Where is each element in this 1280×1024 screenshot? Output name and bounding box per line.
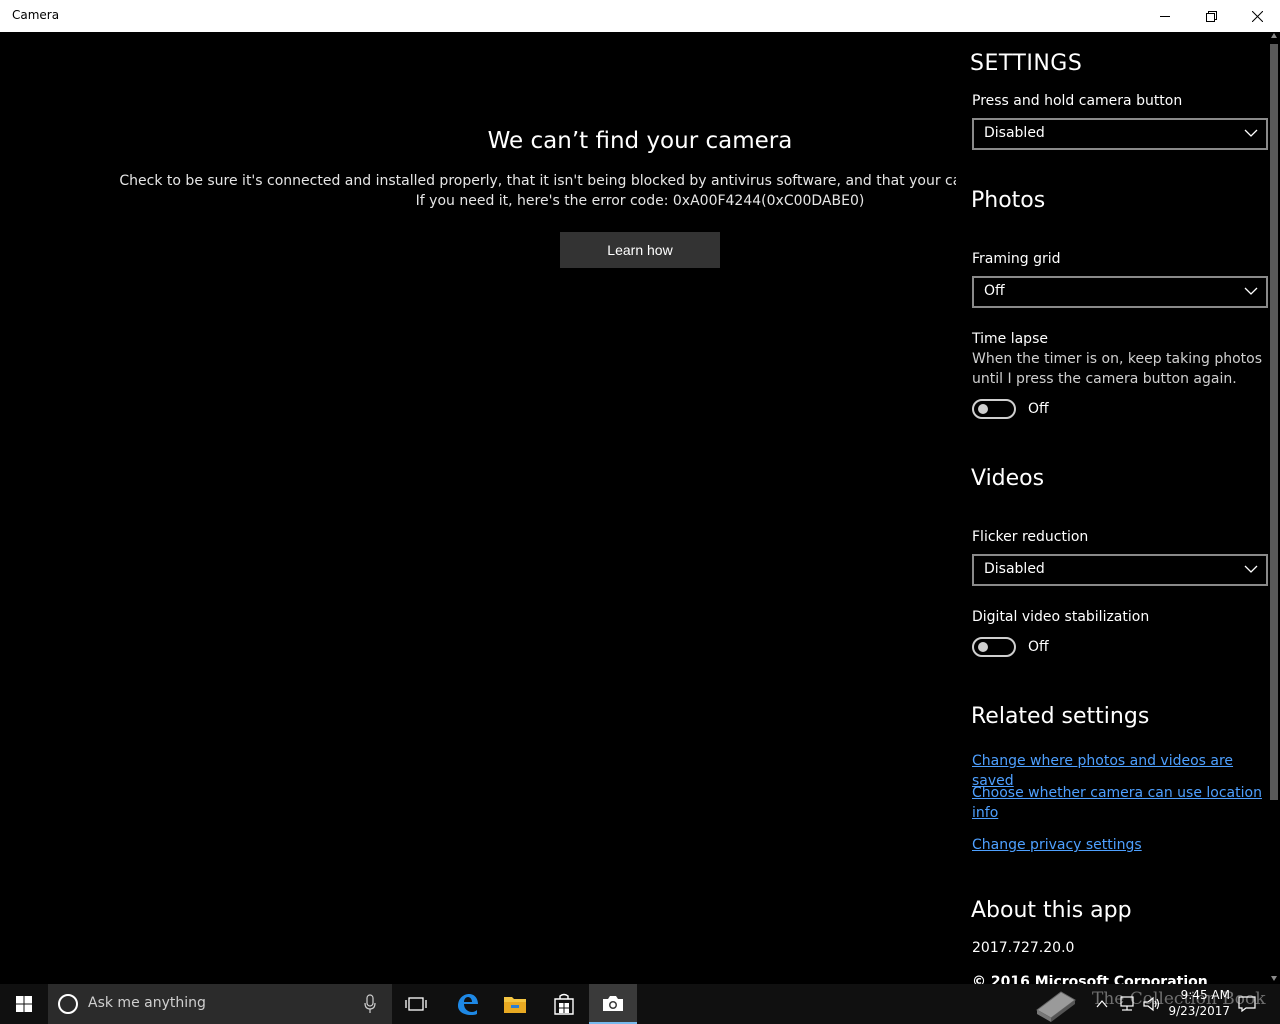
minimize-button[interactable] — [1142, 0, 1188, 32]
stabilization-state: Off — [1028, 639, 1049, 655]
link-privacy-settings[interactable]: Change privacy settings — [972, 835, 1267, 855]
clock-time: 9:45 AM — [1180, 988, 1230, 1002]
task-view-button[interactable] — [392, 984, 440, 1024]
stabilization-label: Digital video stabilization — [972, 609, 1150, 625]
watermark-logo — [1030, 984, 1080, 1024]
minimize-icon — [1160, 16, 1170, 17]
time-lapse-state: Off — [1028, 401, 1049, 417]
about-heading: About this app — [971, 898, 1132, 923]
microphone-icon[interactable] — [364, 994, 376, 1014]
videos-heading: Videos — [971, 466, 1045, 491]
framing-grid-dropdown[interactable]: Off — [972, 276, 1268, 308]
search-placeholder: Ask me anything — [88, 995, 206, 1011]
framing-grid-value: Off — [984, 283, 1005, 299]
stabilization-toggle[interactable] — [972, 637, 1016, 657]
flicker-reduction-label: Flicker reduction — [972, 529, 1089, 545]
window-title: Camera — [12, 8, 60, 22]
time-lapse-label: Time lapse — [972, 331, 1048, 347]
title-bar: Camera — [0, 0, 1280, 32]
start-button[interactable] — [0, 984, 48, 1024]
camera-app-button[interactable] — [589, 984, 637, 1024]
taskbar: Ask me anything The Collection Book 9:45… — [0, 984, 1280, 1024]
task-view-icon — [405, 997, 427, 1011]
toggle-knob — [978, 404, 988, 414]
windows-start-icon — [16, 996, 32, 1012]
file-explorer-icon — [504, 997, 526, 1013]
photos-heading: Photos — [971, 188, 1046, 213]
camera-button-label: Press and hold camera button — [972, 93, 1183, 109]
chevron-down-icon — [1244, 287, 1258, 295]
chevron-down-icon — [1244, 565, 1258, 573]
store-icon — [554, 993, 574, 1015]
framing-grid-label: Framing grid — [972, 251, 1061, 267]
file-explorer-button[interactable] — [491, 984, 539, 1024]
flicker-reduction-value: Disabled — [984, 561, 1045, 577]
tray-overflow-button[interactable] — [1092, 984, 1112, 1024]
action-center-icon — [1238, 996, 1256, 1012]
camera-viewport: We can’t find your camera Check to be su… — [0, 32, 1280, 984]
time-lapse-toggle[interactable] — [972, 399, 1016, 419]
clock-date: 9/23/2017 — [1168, 1004, 1230, 1018]
store-button[interactable] — [540, 984, 588, 1024]
copyright-text: © 2016 Microsoft Corporation — [972, 974, 1208, 984]
settings-panel: SETTINGS Press and hold camera button Di… — [956, 32, 1280, 984]
app-version: 2017.727.20.0 — [972, 940, 1075, 956]
camera-button-value: Disabled — [984, 125, 1045, 141]
related-settings-heading: Related settings — [971, 704, 1150, 729]
camera-app-icon — [603, 996, 623, 1011]
camera-button-dropdown[interactable]: Disabled — [972, 118, 1268, 150]
link-location-info[interactable]: Choose whether camera can use location i… — [972, 783, 1267, 823]
close-button[interactable] — [1234, 0, 1280, 32]
flicker-reduction-dropdown[interactable]: Disabled — [972, 554, 1268, 586]
settings-scrollbar[interactable] — [1268, 32, 1280, 984]
edge-icon — [458, 994, 478, 1015]
restore-button[interactable] — [1188, 0, 1234, 32]
scroll-down-arrow-icon[interactable] — [1270, 974, 1278, 982]
toggle-knob — [978, 642, 988, 652]
network-button[interactable] — [1114, 984, 1138, 1024]
taskbar-clock[interactable]: 9:45 AM 9/23/2017 — [1158, 987, 1230, 1019]
action-center-button[interactable] — [1234, 984, 1260, 1024]
learn-how-button[interactable]: Learn how — [560, 232, 720, 268]
restore-icon — [1205, 10, 1217, 22]
time-lapse-description: When the timer is on, keep taking photos… — [972, 351, 1263, 387]
chevron-down-icon — [1244, 129, 1258, 137]
cortana-icon — [58, 994, 78, 1014]
cortana-search-box[interactable]: Ask me anything — [48, 984, 392, 1024]
network-icon — [1120, 996, 1134, 1011]
close-icon — [1251, 10, 1263, 22]
settings-title: SETTINGS — [970, 51, 1083, 76]
scroll-up-arrow-icon[interactable] — [1270, 32, 1278, 40]
chevron-up-icon — [1096, 1000, 1108, 1008]
book-logo-icon — [1036, 991, 1076, 1022]
scrollbar-thumb[interactable] — [1270, 44, 1278, 800]
edge-button[interactable] — [443, 984, 491, 1024]
